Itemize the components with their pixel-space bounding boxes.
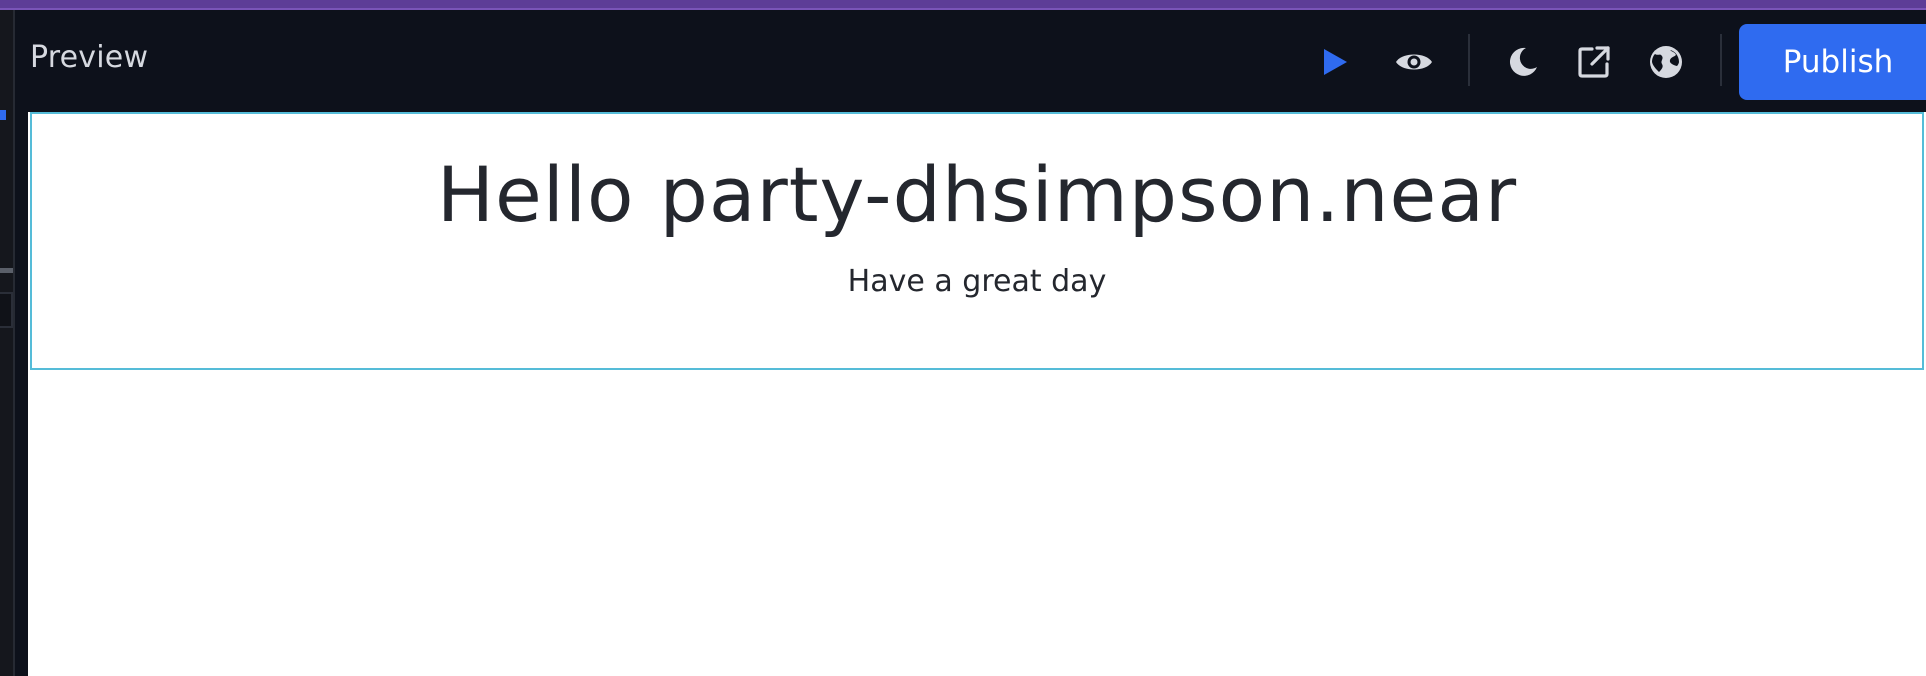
- moon-icon[interactable]: [1503, 42, 1543, 82]
- toolbar-separator: [1468, 34, 1470, 86]
- preview-title: Preview: [30, 40, 149, 75]
- globe-icon[interactable]: [1646, 42, 1686, 82]
- side-panel-edge: [0, 10, 15, 676]
- selected-widget[interactable]: Hello party-dhsimpson.near Have a great …: [30, 112, 1924, 370]
- external-link-icon[interactable]: [1574, 42, 1614, 82]
- preview-toolbar: Preview Publish: [15, 12, 1926, 112]
- window-top-strip: [0, 0, 1926, 10]
- panel-input-edge[interactable]: [0, 292, 13, 328]
- panel-divider: [0, 268, 13, 273]
- greeting-subtitle: Have a great day: [847, 264, 1107, 299]
- greeting-heading: Hello party-dhsimpson.near: [436, 150, 1518, 239]
- publish-button[interactable]: Publish: [1739, 24, 1926, 100]
- toolbar-separator: [1720, 34, 1722, 86]
- eye-icon[interactable]: [1394, 42, 1434, 82]
- play-icon[interactable]: [1315, 42, 1355, 82]
- preview-canvas: Hello party-dhsimpson.near Have a great …: [28, 112, 1926, 676]
- active-indicator: [0, 110, 6, 120]
